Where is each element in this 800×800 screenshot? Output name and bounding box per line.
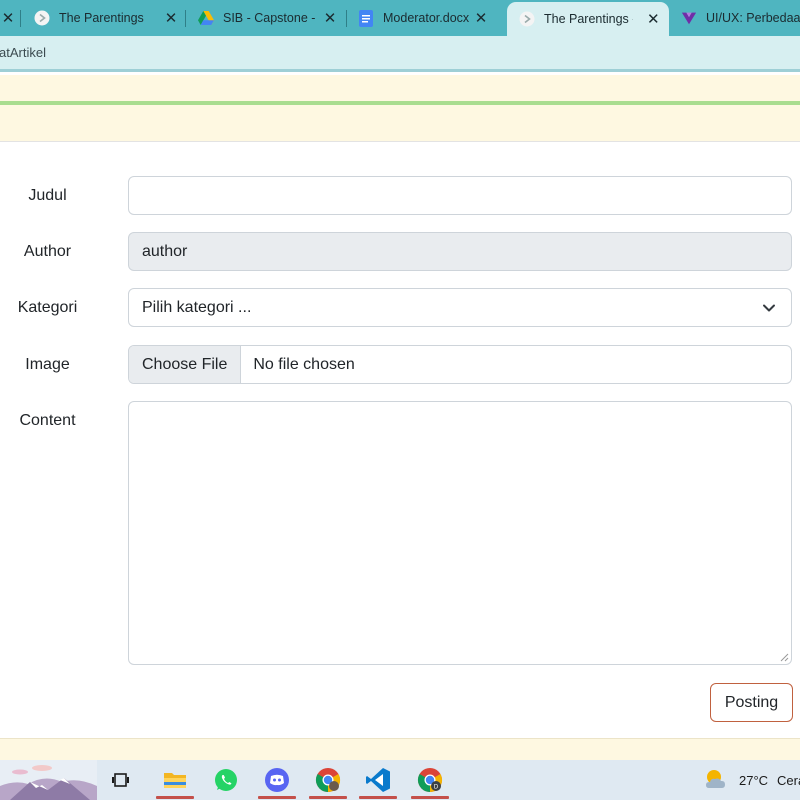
tab-close-icon[interactable]: ✕ [646, 10, 661, 28]
tab-separator [185, 10, 186, 27]
tab-title: Moderator.docx [383, 11, 470, 25]
resize-grip-icon[interactable] [780, 653, 789, 662]
tab-title: SIB - Capstone - [223, 11, 316, 25]
weather-partly-cloudy-icon [703, 768, 729, 793]
author-input: author [128, 232, 792, 271]
google-drive-icon [198, 10, 214, 26]
task-view-icon[interactable] [98, 760, 144, 800]
tab-separator [20, 10, 21, 27]
kategori-select[interactable]: Pilih kategori ... [128, 288, 792, 327]
parentings-favicon-icon [34, 10, 50, 26]
tab-partial[interactable]: ✕ [0, 0, 16, 36]
image-file-input[interactable]: Choose File No file chosen [128, 345, 792, 384]
windows-taskbar: D 27°C Cera [0, 760, 800, 800]
tab-sib-capstone[interactable]: SIB - Capstone - ✕ [198, 0, 338, 36]
svg-text:D: D [434, 784, 439, 790]
file-explorer-icon[interactable] [152, 760, 198, 800]
chevron-down-icon [763, 304, 775, 311]
posting-button[interactable]: Posting [710, 683, 793, 722]
weather-condition: Cera [777, 772, 800, 788]
purple-site-icon [681, 10, 697, 26]
tab-title: The Parentings [59, 11, 144, 25]
tab-title: The Parentings - [544, 12, 633, 26]
image-label: Image [25, 356, 70, 373]
bookmark-bar: atArtikel [0, 36, 800, 72]
tab-uiux-perbedaan[interactable]: UI/UX: Perbedaa [681, 0, 800, 36]
file-status: No file chosen [253, 355, 355, 373]
vscode-icon[interactable] [355, 760, 401, 800]
tab-the-parentings-active[interactable]: The Parentings - ✕ [507, 2, 669, 36]
author-label: Author [23, 243, 72, 260]
weather-temp: 27°C [739, 772, 769, 788]
google-docs-icon [358, 9, 374, 27]
tab-close-icon[interactable]: ✕ [322, 9, 338, 27]
whatsapp-icon[interactable] [203, 760, 249, 800]
tab-the-parentings[interactable]: The Parentings ✕ [34, 0, 182, 36]
tab-close-icon[interactable]: ✕ [473, 9, 489, 27]
kategori-selected: Pilih kategori ... [142, 298, 252, 316]
chrome-profile-icon[interactable]: D [407, 760, 453, 800]
running-indicator [359, 796, 397, 799]
discord-icon[interactable] [254, 760, 300, 800]
widgets-icon[interactable] [0, 760, 97, 800]
author-value: author [142, 242, 188, 260]
bookmark-item[interactable]: atArtikel [0, 45, 46, 60]
running-indicator [411, 796, 449, 799]
running-indicator [309, 796, 347, 799]
running-indicator [258, 796, 296, 799]
tab-title: UI/UX: Perbedaa [706, 11, 800, 25]
tab-close-icon[interactable]: ✕ [163, 9, 179, 27]
tab-close-icon[interactable]: ✕ [0, 9, 16, 27]
page-header [0, 75, 800, 142]
chrome-icon[interactable] [305, 760, 351, 800]
content-textarea[interactable] [128, 401, 792, 665]
tab-separator [346, 10, 347, 27]
running-indicator [156, 796, 194, 799]
page-footer [0, 738, 800, 760]
browser-tab-strip: ✕ The Parentings ✕ SIB - Capstone - ✕ Mo… [0, 0, 800, 36]
parentings-favicon-icon [519, 11, 535, 27]
tab-moderator-docx[interactable]: Moderator.docx ✕ [358, 0, 498, 36]
content-label: Content [19, 412, 76, 429]
weather-widget[interactable]: 27°C Cera [703, 760, 800, 800]
kategori-label: Kategori [17, 299, 78, 316]
judul-input[interactable] [128, 176, 792, 215]
header-accent-line [0, 101, 800, 105]
judul-label: Judul [28, 187, 67, 204]
choose-file-button[interactable]: Choose File [129, 346, 242, 383]
